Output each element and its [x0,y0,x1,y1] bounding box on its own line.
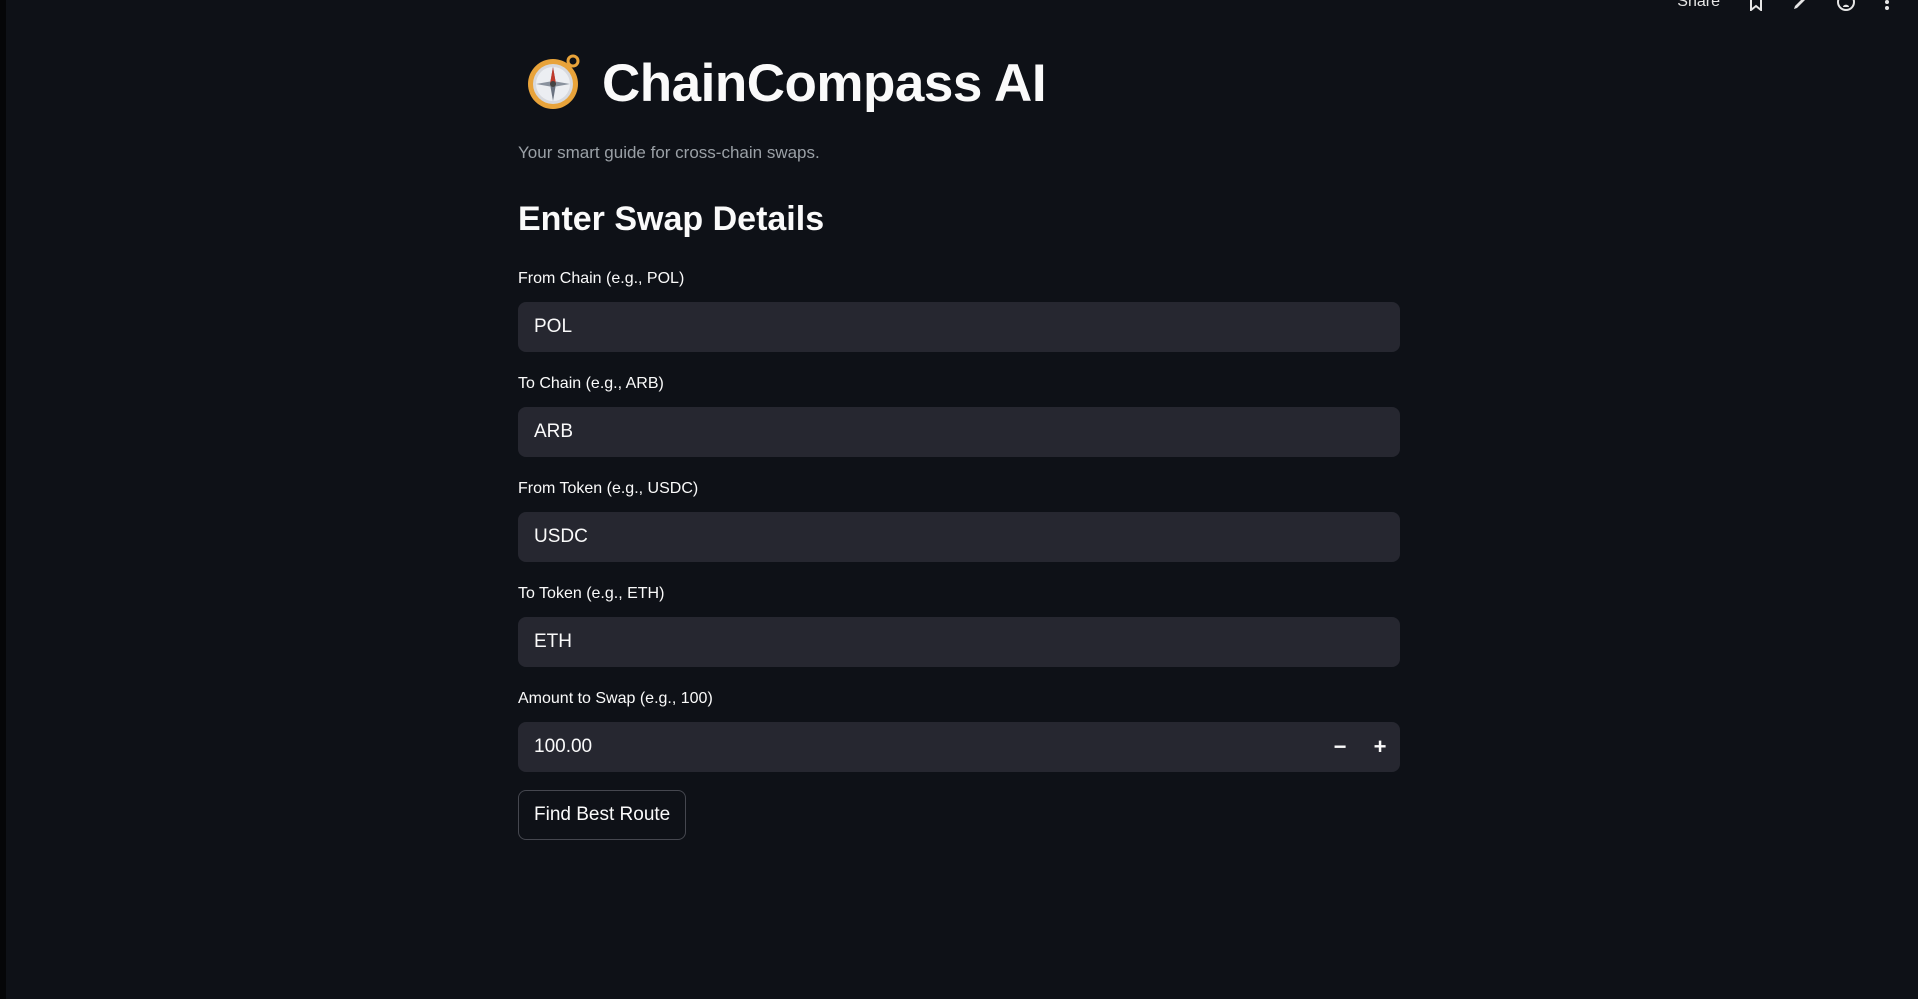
to-chain-label: To Chain (e.g., ARB) [518,375,664,392]
to-token-label: To Token (e.g., ETH) [518,585,665,602]
to-token-field: To Token (e.g., ETH) [518,583,1400,667]
top-toolbar: Share [1677,0,1890,14]
amount-box: − + [518,722,1400,772]
to-chain-box [518,407,1400,457]
from-chain-label: From Chain (e.g., POL) [518,270,685,287]
from-chain-field: From Chain (e.g., POL) [518,268,1400,352]
left-edge [0,0,6,999]
find-best-route-button[interactable]: Find Best Route [518,790,687,840]
section-heading: Enter Swap Details [518,200,825,238]
to-token-box [518,617,1400,667]
from-chain-box [518,302,1400,352]
quantity-stepper: − + [1320,722,1400,772]
page-subtitle: Your smart guide for cross-chain swaps. [518,143,820,162]
share-button[interactable]: Share [1677,0,1720,14]
amount-input[interactable] [518,722,1320,772]
share-label: Share [1677,0,1720,10]
edit-icon[interactable] [1792,0,1808,14]
to-chain-field: To Chain (e.g., ARB) [518,373,1400,457]
star-icon[interactable] [1748,0,1764,14]
page-title: ChainCompass AI [602,54,1047,113]
decrement-button[interactable]: − [1320,722,1360,772]
to-token-input[interactable] [518,617,1400,667]
more-icon[interactable] [1884,0,1890,14]
increment-button[interactable]: + [1360,722,1400,772]
from-token-box [518,512,1400,562]
title-row: ChainCompass AI [526,52,1047,116]
amount-field: Amount to Swap (e.g., 100) − + [518,688,1400,772]
from-token-input[interactable] [518,512,1400,562]
amount-label: Amount to Swap (e.g., 100) [518,690,713,707]
compass-icon [526,53,584,116]
github-icon[interactable] [1836,0,1856,14]
to-chain-input[interactable] [518,407,1400,457]
from-token-field: From Token (e.g., USDC) [518,478,1400,562]
from-chain-input[interactable] [518,302,1400,352]
from-token-label: From Token (e.g., USDC) [518,480,699,497]
